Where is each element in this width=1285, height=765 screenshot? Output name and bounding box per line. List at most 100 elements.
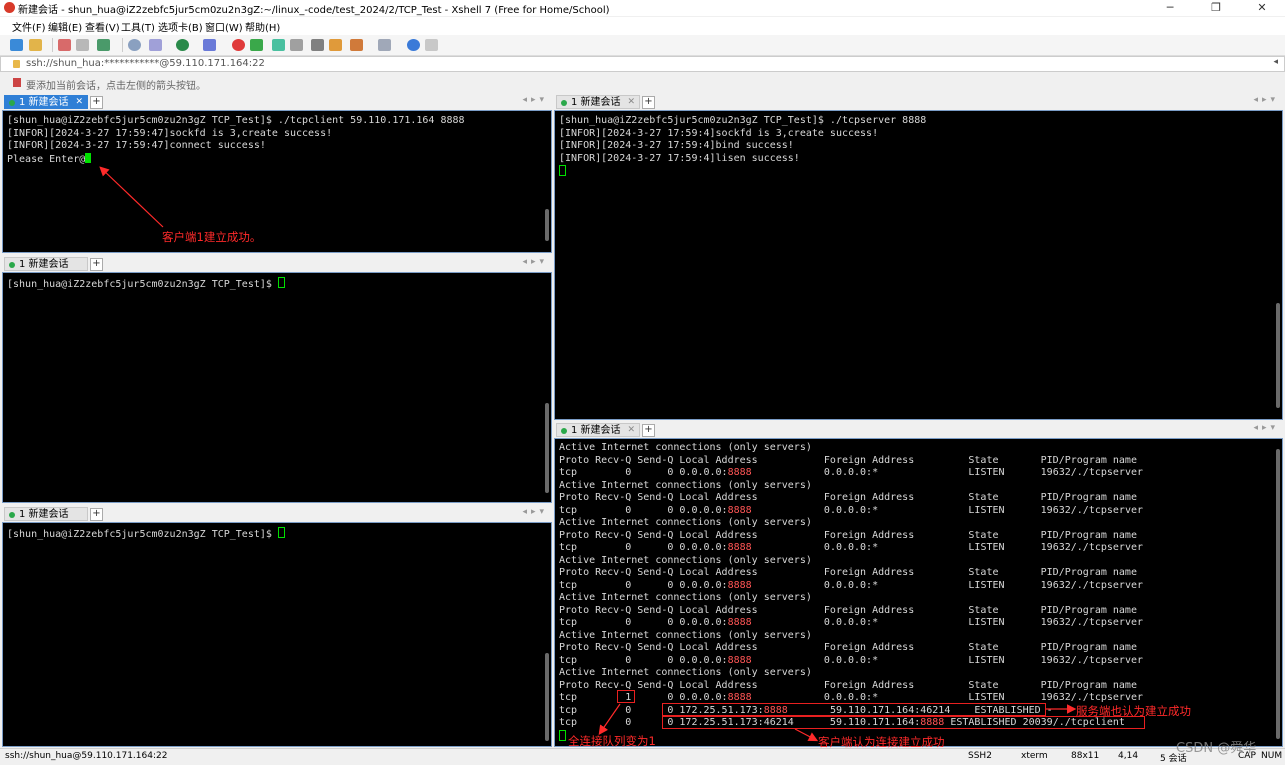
terminal-pane-idle-2[interactable]: [shun_hua@iZ2zebfc5jur5cm0zu2n3gZ TCP_Te… [2,522,552,747]
new-session-icon[interactable] [10,39,23,51]
script-icon[interactable] [250,39,263,51]
toolbar [0,35,1285,56]
tab-nav-arrows[interactable]: ◂▸▾ [522,507,548,517]
scrollbar[interactable] [1276,449,1280,739]
scrollbar[interactable] [545,403,549,493]
add-tab-button[interactable]: + [90,96,103,109]
terminal-pane-idle-1[interactable]: [shun_hua@iZ2zebfc5jur5cm0zu2n3gZ TCP_Te… [2,272,552,503]
disconnect-icon[interactable] [76,39,89,51]
terminal-pane-client[interactable]: [shun_hua@iZ2zebfc5jur5cm0zu2n3gZ TCP_Te… [2,110,552,253]
tab-close-icon[interactable]: ✕ [75,96,83,109]
menu-help[interactable]: 帮助(H) [245,19,280,34]
address-input[interactable]: ssh://shun_hua:***********@59.110.171.16… [26,58,265,69]
netstat-line: Proto Recv-Q Send-Q Local Address Foreig… [559,642,1137,653]
tab-session[interactable]: 1 新建会话 ✕ [4,95,88,109]
port-text: 8888 [727,504,752,516]
netstat-text: tcp 0 0 0.0.0.0: [559,617,728,628]
netstat-text: Proto Recv-Q Send-Q Local Address Foreig… [559,642,1137,653]
terminal-cursor [559,165,566,176]
layout-icon[interactable] [350,39,363,51]
open-folder-icon[interactable] [29,39,42,51]
close-button[interactable]: ✕ [1239,0,1285,16]
netstat-line: Proto Recv-Q Send-Q Local Address Foreig… [559,567,1137,578]
netstat-line: Active Internet connections (only server… [559,630,812,641]
highlight-icon[interactable] [329,39,342,51]
tab-session[interactable]: 1 新建会话 [4,507,88,521]
tab-session[interactable]: 1 新建会话 ✕ [556,423,640,437]
terminal-prompt: [shun_hua@iZ2zebfc5jur5cm0zu2n3gZ TCP_Te… [7,279,278,290]
netstat-text: tcp 0 0 0.0.0.0: [559,504,728,516]
help-icon[interactable] [407,39,420,51]
tab-close-icon[interactable]: ✕ [627,96,635,109]
tab-bar: 1 新建会话 ✕ + ◂▸▾ [2,94,552,110]
terminal-pane-netstat[interactable]: Active Internet connections (only server… [554,438,1283,747]
menu-view[interactable]: 查看(V) [85,19,120,34]
tab-nav-arrows[interactable]: ◂▸▾ [1253,95,1279,105]
tab-bar: 1 新建会话 + ◂▸▾ [2,256,552,272]
globe-icon[interactable] [176,39,189,51]
tab-session[interactable]: 1 新建会话 ✕ [556,95,640,109]
netstat-text: 0.0.0.0:* LISTEN 19632/./tcpserver [751,579,1144,591]
tile-icon[interactable] [378,39,391,51]
minimize-button[interactable]: ─ [1147,0,1193,16]
menu-window[interactable]: 窗口(W) [205,19,243,34]
tab-close-icon[interactable]: ✕ [627,424,635,437]
address-dropdown-icon[interactable]: ◂ [1273,57,1278,67]
add-tab-button[interactable]: + [642,96,655,109]
netstat-line: Active Internet connections (only server… [559,517,812,528]
netstat-text: Active Internet connections (only server… [559,517,812,528]
tab-session[interactable]: 1 新建会话 [4,257,88,271]
port-text: 8888 [727,542,752,553]
properties-icon[interactable] [149,39,162,51]
menu-file[interactable]: 文件(F) [12,19,46,34]
netstat-text: Active Internet connections (only server… [559,629,812,641]
terminal-pane-server[interactable]: [shun_hua@iZ2zebfc5jur5cm0zu2n3gZ TCP_Te… [554,110,1283,420]
menu-edit[interactable]: 编辑(E) [48,19,82,34]
keyboard-icon[interactable] [311,39,324,51]
xftp-icon[interactable] [232,39,245,51]
tab-nav-arrows[interactable]: ◂▸▾ [522,95,548,105]
add-tab-button[interactable]: + [90,258,103,271]
terminal-cursor [559,729,566,741]
netstat-line: Proto Recv-Q Send-Q Local Address Foreig… [559,492,1137,503]
tab-label: 1 新建会话 [19,97,69,108]
chat-icon[interactable] [425,39,438,51]
netstat-text: 0.0.0.0:* LISTEN 19632/./tcpserver [751,467,1144,478]
address-bar[interactable]: ssh://shun_hua:***********@59.110.171.16… [0,56,1285,72]
menu-tools[interactable]: 工具(T) [121,19,155,34]
netstat-line: tcp 0 0 0.0.0.0:8888 0.0.0.0:* LISTEN 19… [559,617,1143,628]
netstat-line: Active Internet connections (only server… [559,480,812,491]
window-title: 新建会话 - shun_hua@iZ2zebfc5jur5cm0zu2n3gZ:… [18,5,610,16]
terminal-line: [INFOR][2024-3-27 17:59:4]lisen success! [559,152,800,164]
tab-label: 1 新建会话 [19,509,69,520]
terminal-prompt: Please Enter@ [7,153,86,165]
terminal-output: [shun_hua@iZ2zebfc5jur5cm0zu2n3gZ TCP_Te… [7,115,465,166]
connected-dot-icon [9,262,15,268]
netstat-text: tcp 1 0 0.0.0.0: [559,692,728,703]
scrollbar[interactable] [545,209,549,241]
lock-icon[interactable] [290,39,303,51]
terminal-line: [shun_hua@iZ2zebfc5jur5cm0zu2n3gZ TCP_Te… [559,115,927,126]
tab-nav-arrows[interactable]: ◂▸▾ [1253,423,1279,433]
reconnect-icon[interactable] [97,39,110,51]
font-icon[interactable] [203,39,216,51]
menu-tabs[interactable]: 选项卡(B) [158,19,203,34]
netstat-text: 0.0.0.0:* LISTEN 19632/./tcpserver [751,692,1144,703]
netstat-text: tcp 0 0 0.0.0.0: [559,579,728,591]
scrollbar[interactable] [1276,303,1280,408]
add-tab-button[interactable]: + [642,424,655,437]
fullscreen-icon[interactable] [272,39,285,51]
bookmark-icon[interactable] [13,78,21,87]
terminal-output: [shun_hua@iZ2zebfc5jur5cm0zu2n3gZ TCP_Te… [7,277,285,292]
connect-icon[interactable] [58,39,71,51]
netstat-text: 0.0.0.0:* LISTEN 19632/./tcpserver [751,542,1144,553]
scrollbar[interactable] [545,653,549,741]
tab-bar: 1 新建会话 ✕ + ◂▸▾ [554,422,1283,438]
search-icon[interactable] [128,39,141,51]
status-term-size: 88x11 [1071,751,1100,761]
status-protocol: SSH2 [968,751,992,761]
tab-nav-arrows[interactable]: ◂▸▾ [522,257,548,267]
maximize-button[interactable]: ❐ [1193,0,1239,16]
add-tab-button[interactable]: + [90,508,103,521]
netstat-text: tcp 0 0 0.0.0.0: [559,654,728,666]
